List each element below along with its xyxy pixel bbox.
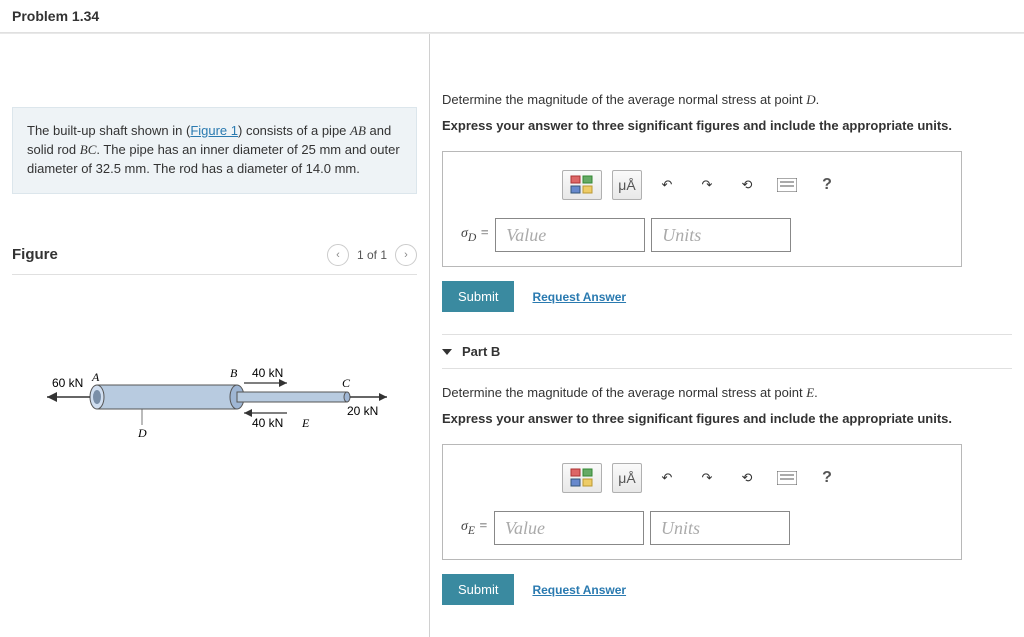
chevron-down-icon: [442, 349, 452, 355]
svg-text:E: E: [301, 416, 310, 430]
part-b-block: Determine the magnitude of the average n…: [442, 385, 1012, 605]
svg-text:B: B: [230, 366, 238, 380]
part-b-submit-button[interactable]: Submit: [442, 574, 514, 605]
svg-text:C: C: [342, 376, 351, 390]
special-char-button[interactable]: μÅ: [612, 170, 642, 200]
pager-text: 1 of 1: [357, 248, 387, 262]
part-d-request-answer-link[interactable]: Request Answer: [532, 290, 626, 304]
special-char-button[interactable]: μÅ: [612, 463, 642, 493]
part-b-instructions: Express your answer to three significant…: [442, 411, 1012, 426]
problem-title: Problem 1.34: [12, 8, 99, 24]
svg-text:D: D: [137, 426, 147, 440]
part-d-prompt: Determine the magnitude of the average n…: [442, 92, 1012, 108]
sigma-e-label: σE =: [461, 519, 488, 537]
figure-title: Figure: [12, 246, 58, 263]
part-d-units-input[interactable]: Units: [651, 218, 791, 252]
part-d-block: Determine the magnitude of the average n…: [442, 52, 1012, 312]
undo-icon[interactable]: ↶: [652, 463, 682, 493]
part-b-prompt: Determine the magnitude of the average n…: [442, 385, 1012, 401]
redo-icon[interactable]: ↷: [692, 170, 722, 200]
part-d-answer-box: μÅ ↶ ↷ ⟲ ? σD = Value Units: [442, 151, 962, 267]
reset-icon[interactable]: ⟲: [732, 463, 762, 493]
figure-pager: ‹ 1 of 1 ›: [327, 244, 417, 266]
template-icon[interactable]: [562, 463, 602, 493]
figure-link[interactable]: Figure 1: [190, 123, 238, 138]
part-d-toolbar: μÅ ↶ ↷ ⟲ ?: [461, 170, 943, 200]
figure-header: Figure ‹ 1 of 1 ›: [12, 244, 417, 275]
undo-icon[interactable]: ↶: [652, 170, 682, 200]
keyboard-icon[interactable]: [772, 463, 802, 493]
part-b-label: Part B: [462, 344, 500, 359]
right-pane: Determine the magnitude of the average n…: [430, 34, 1024, 637]
label-60kn: 60 kN: [52, 376, 83, 390]
part-b-header[interactable]: Part B: [442, 334, 1012, 369]
problem-header: Problem 1.34: [0, 0, 1024, 33]
part-b-units-input[interactable]: Units: [650, 511, 790, 545]
pager-prev-button[interactable]: ‹: [327, 244, 349, 266]
sigma-d-label: σD =: [461, 226, 489, 244]
template-icon[interactable]: [562, 170, 602, 200]
part-b-request-answer-link[interactable]: Request Answer: [532, 583, 626, 597]
part-b-answer-box: μÅ ↶ ↷ ⟲ ? σE = Value Units: [442, 444, 962, 560]
keyboard-icon[interactable]: [772, 170, 802, 200]
part-b-answer-row: σE = Value Units: [461, 511, 943, 545]
part-b-value-input[interactable]: Value: [494, 511, 644, 545]
figure-diagram: 60 kN A B 40 kN 40 kN C 20 kN D E: [12, 335, 412, 455]
svg-text:40 kN: 40 kN: [252, 366, 283, 380]
problem-statement: The built-up shaft shown in (Figure 1) c…: [12, 107, 417, 194]
reset-icon[interactable]: ⟲: [732, 170, 762, 200]
svg-text:A: A: [91, 370, 100, 384]
part-d-value-input[interactable]: Value: [495, 218, 645, 252]
part-d-instructions: Express your answer to three significant…: [442, 118, 1012, 133]
svg-text:40 kN: 40 kN: [252, 416, 283, 430]
pager-next-button[interactable]: ›: [395, 244, 417, 266]
help-icon[interactable]: ?: [812, 170, 842, 200]
part-d-submit-button[interactable]: Submit: [442, 281, 514, 312]
part-b-toolbar: μÅ ↶ ↷ ⟲ ?: [461, 463, 943, 493]
redo-icon[interactable]: ↷: [692, 463, 722, 493]
svg-text:20 kN: 20 kN: [347, 404, 378, 418]
part-d-answer-row: σD = Value Units: [461, 218, 943, 252]
help-icon[interactable]: ?: [812, 463, 842, 493]
left-pane: The built-up shaft shown in (Figure 1) c…: [0, 34, 430, 637]
